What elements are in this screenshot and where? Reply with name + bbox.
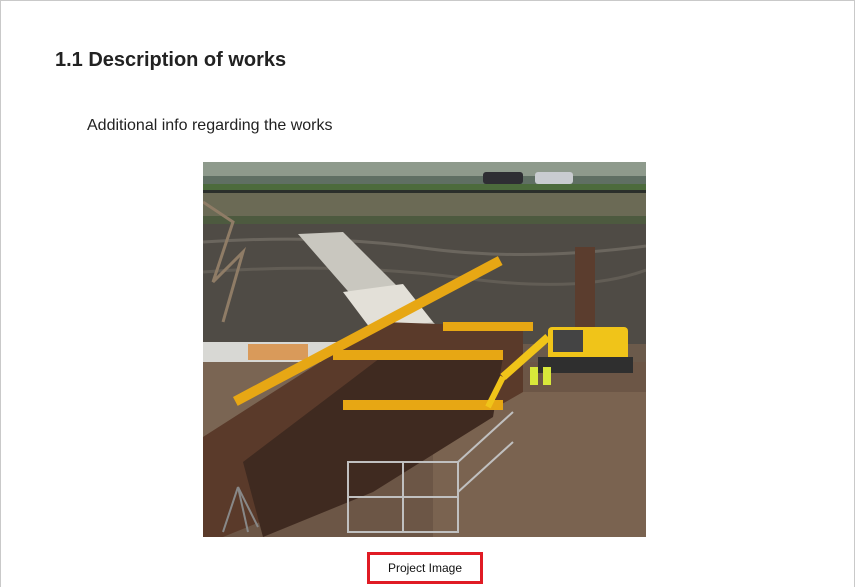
figure-caption: Project Image [367,552,483,584]
project-image [203,162,646,537]
document-page: 1.1 Description of works Additional info… [0,0,855,587]
section-heading: 1.1 Description of works [55,49,287,71]
section-paragraph: Additional info regarding the works [87,117,333,134]
figure-caption-text: Project Image [387,561,463,575]
